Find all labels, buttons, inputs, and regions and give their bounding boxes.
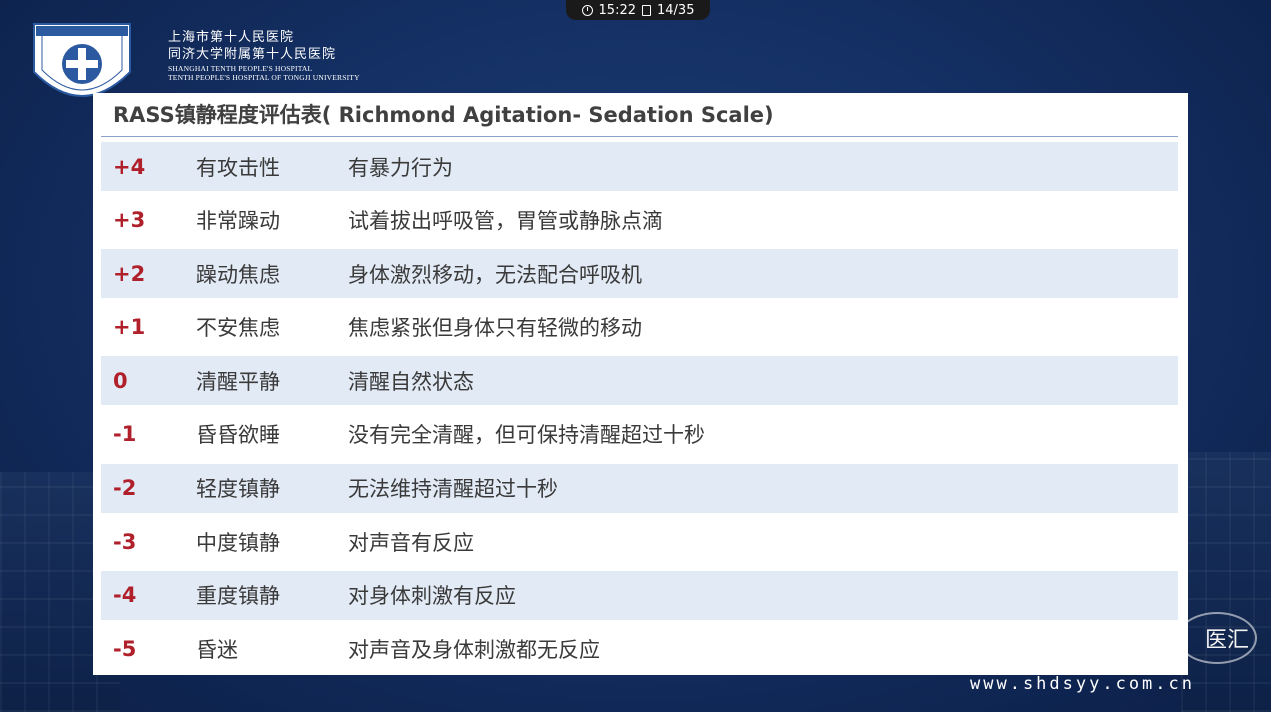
rass-term: 有攻击性	[196, 155, 280, 180]
table-row: -5 昏迷 对声音及身体刺激都无反应	[101, 624, 1178, 673]
rass-description: 对身体刺激有反应	[348, 584, 516, 609]
watermark-brand: 医汇	[1204, 628, 1249, 653]
hospital-name-block: 上海市第十人民医院 同济大学附属第十人民医院 SHANGHAI TENTH PE…	[168, 30, 360, 82]
slide-icon	[642, 4, 651, 16]
rass-description: 焦虑紧张但身体只有轻微的移动	[348, 316, 642, 341]
rass-description: 对声音有反应	[348, 530, 474, 555]
watermark-url: www.shdsyy.com.cn	[970, 674, 1195, 694]
status-time: 15:22	[598, 2, 636, 18]
table-row: +1 不安焦虑 焦虑紧张但身体只有轻微的移动	[101, 303, 1178, 352]
hospital-name-cn: 上海市第十人民医院	[168, 30, 295, 45]
rass-description: 对声音及身体刺激都无反应	[348, 637, 600, 662]
table-row: -3 中度镇静 对声音有反应	[101, 517, 1178, 566]
background-building-right	[1181, 452, 1271, 712]
rass-description: 无法维持清醒超过十秒	[348, 477, 558, 502]
rass-score: -5	[113, 636, 137, 661]
rass-score: -1	[113, 422, 137, 447]
presentation-status-bar: 15:22 14/35	[566, 0, 710, 20]
rass-description: 身体激烈移动，无法配合呼吸机	[348, 262, 642, 287]
clock-icon	[581, 4, 593, 16]
rass-term: 重度镇静	[196, 584, 280, 609]
rass-term: 轻度镇静	[196, 477, 280, 502]
watermark-brand-logo: 医汇	[1177, 612, 1257, 664]
table-row: -4 重度镇静 对身体刺激有反应	[101, 570, 1178, 620]
rass-term: 不安焦虑	[196, 316, 280, 341]
table-row: +4 有攻击性 有暴力行为	[101, 142, 1178, 191]
hospital-name-en: SHANGHAI TENTH PEOPLE'S HOSPITAL	[168, 64, 313, 73]
hospital-affiliation-en: TENTH PEOPLE'S HOSPITAL OF TONGJI UNIVER…	[168, 73, 360, 82]
rass-score: -3	[113, 529, 137, 554]
table-row: 0 清醒平静 清醒自然状态	[101, 356, 1178, 406]
table-row: +3 非常躁动 试着拔出呼吸管，胃管或静脉点滴	[101, 196, 1178, 245]
rass-score: -2	[113, 476, 137, 501]
rass-term: 非常躁动	[196, 209, 280, 234]
rass-table: +4 有攻击性 有暴力行为 +3 非常躁动 试着拔出呼吸管，胃管或静脉点滴 +2…	[101, 142, 1178, 673]
rass-description: 清醒自然状态	[348, 369, 474, 394]
rass-term: 昏昏欲睡	[196, 423, 280, 448]
rass-score: +2	[113, 261, 146, 286]
rass-score: +1	[113, 315, 146, 340]
rass-score: +3	[113, 208, 146, 233]
slide-card: RASS镇静程度评估表( Richmond Agitation- Sedatio…	[93, 93, 1188, 675]
rass-term: 躁动焦虑	[196, 262, 280, 287]
rass-score: 0	[113, 368, 128, 393]
rass-term: 昏迷	[196, 637, 238, 662]
rass-description: 有暴力行为	[348, 155, 453, 180]
table-row: -2 轻度镇静 无法维持清醒超过十秒	[101, 463, 1178, 513]
hospital-affiliation-cn: 同济大学附属第十人民医院	[168, 47, 337, 62]
rass-description: 没有完全清醒，但可保持清醒超过十秒	[348, 423, 705, 448]
table-row: -1 昏昏欲睡 没有完全清醒，但可保持清醒超过十秒	[101, 410, 1178, 459]
rass-score: -4	[113, 583, 137, 608]
status-page: 14/35	[657, 2, 695, 18]
rass-term: 中度镇静	[196, 530, 280, 555]
rass-score: +4	[113, 154, 146, 179]
rass-description: 试着拔出呼吸管，胃管或静脉点滴	[348, 209, 663, 234]
rass-term: 清醒平静	[196, 369, 280, 394]
table-row: +2 躁动焦虑 身体激烈移动，无法配合呼吸机	[101, 249, 1178, 299]
slide-title: RASS镇静程度评估表( Richmond Agitation- Sedatio…	[101, 93, 1178, 137]
